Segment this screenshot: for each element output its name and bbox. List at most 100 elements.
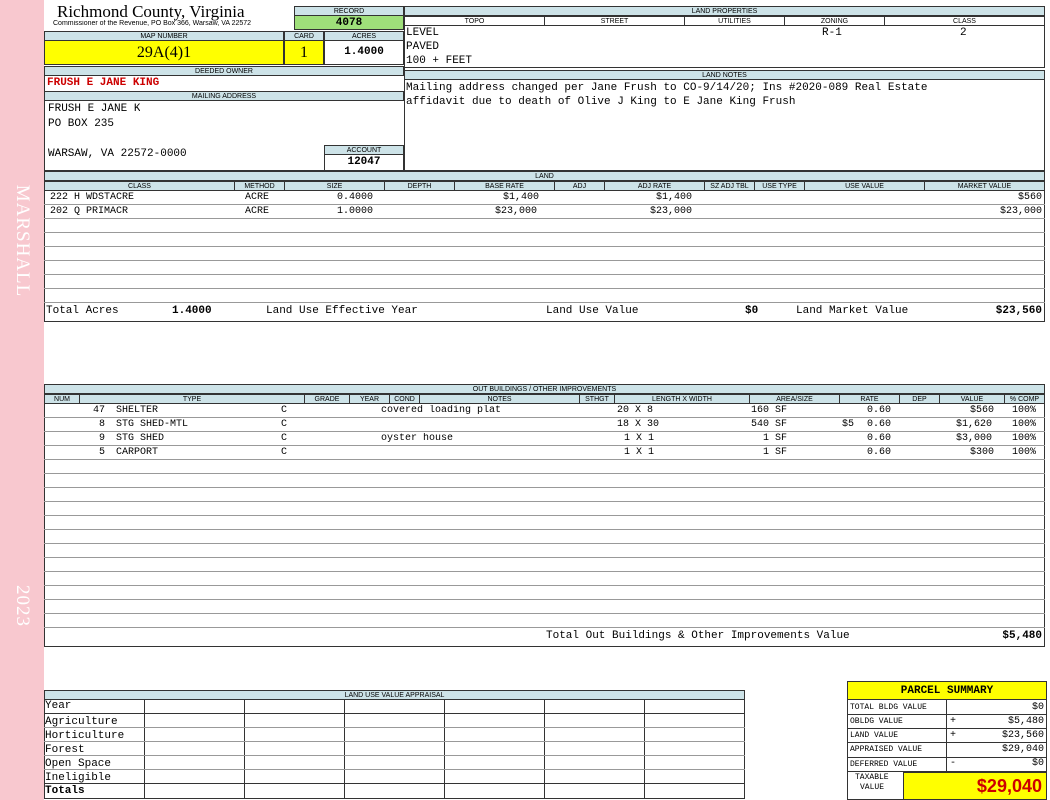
summary-obldg-value: $5,480 (1007, 716, 1044, 727)
ob-row-1-lxw: 20 X 8 (617, 405, 654, 416)
land-use-row-totals: Totals (45, 785, 85, 797)
county-title: Richmond County, Virginia (57, 3, 245, 21)
land-row-2-adj-rate: $23,000 (650, 206, 693, 217)
summary-appraised-value: $29,040 (1001, 744, 1044, 755)
ob-row-1-num: 47 (93, 405, 106, 416)
acres-label: ACRES (324, 31, 404, 41)
topo-3: 100 + FEET (406, 55, 473, 67)
land-row-2-market: $23,000 (999, 206, 1042, 217)
zoning-value: R-1 (822, 27, 842, 39)
outbuildings-title: OUT BUILDINGS / OTHER IMPROVEMENTS (44, 384, 1045, 394)
card-value: 1 (284, 41, 324, 65)
ob-row-3-lxw: 1 X 1 (624, 433, 655, 444)
summary-total-bldg-value: $0 (1031, 702, 1044, 713)
ob-row-3-comp: 100% (1012, 433, 1037, 444)
record-value: 4078 (294, 16, 404, 30)
land-use-value-label: Land Use Value (546, 305, 639, 317)
land-use-row-horticulture: Horticulture (45, 730, 125, 742)
land-use-row-year: Year (45, 700, 72, 712)
land-row-2-size: 1.0000 (337, 206, 374, 217)
ob-row-4-comp: 100% (1012, 447, 1037, 458)
topo-2: PAVED (406, 41, 440, 53)
summary-appraised-label: APPRAISED VALUE (850, 745, 923, 754)
ob-row-4-num: 5 (99, 447, 106, 458)
summary-land-op: + (950, 730, 957, 741)
taxable-value: $29,040 (903, 772, 1047, 800)
outbuildings-total-label: Total Out Buildings & Other Improvements… (546, 630, 850, 642)
acres-value: 1.4000 (324, 41, 404, 65)
land-row-1-adj-rate: $1,400 (656, 192, 693, 203)
ob-row-2-lxw: 18 X 30 (617, 419, 660, 430)
ob-row-2-dep: 0.60 (867, 419, 892, 430)
ob-row-3-num: 9 (99, 433, 106, 444)
outbuildings-total-value: $5,480 (1002, 630, 1042, 642)
land-market-value: $23,560 (995, 305, 1042, 317)
ob-row-3-area: 1 SF (763, 433, 788, 444)
ob-row-2-type: STG SHED-MTL (116, 419, 189, 430)
ob-row-3-value: $3,000 (956, 433, 993, 444)
land-notes-line-1: Mailing address changed per Jane Frush t… (406, 82, 928, 94)
card-label: CARD (284, 31, 324, 41)
land-notes-line-2: affidavit due to death of Olive J King t… (406, 96, 796, 108)
land-use-year-label: Land Use Effective Year (266, 305, 418, 317)
account-value: 12047 (324, 155, 404, 171)
class-value: 2 (960, 27, 967, 39)
ob-row-2-comp: 100% (1012, 419, 1037, 430)
land-row-1-base-rate: $1,400 (503, 192, 540, 203)
ob-row-1-value: $560 (970, 405, 995, 416)
record-label: RECORD (294, 6, 404, 16)
land-use-row-forest: Forest (45, 744, 85, 756)
ob-row-4-value: $300 (970, 447, 995, 458)
total-acres-label: Total Acres (46, 305, 119, 317)
map-number-value: 29A(4)1 (44, 41, 284, 65)
ob-row-3-type: STG SHED (116, 433, 165, 444)
ob-row-1-dep: 0.60 (867, 405, 892, 416)
ob-row-2-rate: $5 (842, 419, 855, 430)
summary-obldg-label: OBLDG VALUE (850, 717, 903, 726)
taxable-label-1: TAXABLE (855, 773, 889, 782)
summary-deferred-value: $0 (1031, 758, 1044, 769)
total-acres-value: 1.4000 (172, 305, 212, 317)
ob-row-1-comp: 100% (1012, 405, 1037, 416)
summary-obldg-op: + (950, 716, 957, 727)
topo-1: LEVEL (406, 27, 440, 39)
map-number-label: MAP NUMBER (44, 31, 284, 41)
ob-row-1-notes: covered loading plat (381, 405, 502, 416)
land-row-2-base-rate: $23,000 (495, 206, 538, 217)
ob-row-4-area: 1 SF (763, 447, 788, 458)
land-use-row-open-space: Open Space (45, 758, 112, 770)
ob-row-2-grade: C (281, 419, 288, 430)
ob-row-2-num: 8 (99, 419, 106, 430)
mailing-line-2: PO BOX 235 (48, 118, 115, 130)
sidebar-strip: MARSHALL 2023 (0, 0, 44, 800)
summary-deferred-label: DEFERRED VALUE (850, 760, 918, 769)
ob-row-3-notes: oyster house (381, 433, 454, 444)
ob-row-2-area: 540 SF (751, 419, 788, 430)
account-label: ACCOUNT (324, 145, 404, 155)
parcel-summary-title: PARCEL SUMMARY (847, 681, 1047, 700)
land-use-value: $0 (745, 305, 759, 317)
mailing-line-4: WARSAW, VA 22572-0000 (48, 148, 187, 160)
land-properties-body (404, 25, 1045, 68)
ob-row-4-grade: C (281, 447, 288, 458)
taxable-label-2: VALUE (860, 783, 885, 792)
land-row-1-class: 222 H WDSTACRE (50, 192, 135, 203)
land-use-body (44, 699, 745, 799)
land-row-1-market: $560 (1017, 192, 1042, 203)
land-row-2-method: ACRE (245, 206, 270, 217)
summary-land-value: $23,560 (1001, 730, 1044, 741)
ob-row-4-dep: 0.60 (867, 447, 892, 458)
summary-deferred-op: - (950, 758, 957, 769)
land-use-row-agriculture: Agriculture (45, 716, 118, 728)
land-row-2-class: 202 Q PRIMACR (50, 206, 129, 217)
land-use-row-ineligible: Ineligible (45, 772, 112, 784)
land-title: LAND (44, 171, 1045, 181)
outbuildings-body (44, 403, 1045, 647)
land-row-1-size: 0.4000 (337, 192, 374, 203)
ob-row-4-type: CARPORT (116, 447, 159, 458)
ob-row-1-type: SHELTER (116, 405, 159, 416)
commissioner-text: Commissioner of the Revenue, PO Box 366,… (53, 20, 252, 27)
mailing-line-1: FRUSH E JANE K (48, 103, 141, 115)
land-row-1-method: ACRE (245, 192, 270, 203)
ob-row-1-area: 160 SF (751, 405, 788, 416)
